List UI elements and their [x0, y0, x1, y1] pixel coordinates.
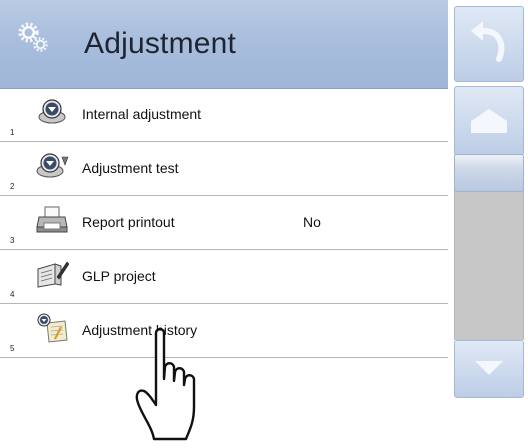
- page-title: Adjustment: [84, 27, 237, 60]
- menu-item-number: 3: [10, 236, 15, 245]
- menu-item-adjustment-test[interactable]: Adjustment test 2: [0, 142, 448, 196]
- menu-item-label: Internal adjustment: [82, 106, 202, 122]
- right-sidebar: [448, 0, 528, 448]
- menu-item-report-printout[interactable]: Report printout No 3: [0, 196, 448, 250]
- scroll-down-icon: [475, 361, 503, 375]
- adjustment-test-icon: [36, 153, 69, 178]
- settings-gears-icon: [18, 22, 48, 52]
- menu-item-label: Adjustment test: [82, 160, 179, 176]
- menu-item-label: GLP project: [82, 268, 156, 284]
- pointing-hand-icon: [135, 328, 196, 441]
- adjustment-weight-icon: [38, 99, 66, 124]
- scroll-down-button[interactable]: [454, 340, 524, 398]
- menu-panel: Adjustment Internal adjustment 1 Adjustm…: [0, 0, 448, 448]
- menu-item-glp-project[interactable]: GLP project 4: [0, 250, 448, 304]
- home-button[interactable]: [454, 86, 524, 156]
- menu-item-adjustment-history[interactable]: Adjustment history 5: [0, 304, 448, 358]
- adjustment-history-icon: [37, 313, 68, 343]
- printer-icon: [36, 206, 68, 233]
- menu-item-number: 2: [10, 182, 15, 191]
- menu-item-internal-adjustment[interactable]: Internal adjustment 1: [0, 88, 448, 142]
- glp-project-icon: [37, 261, 69, 288]
- home-icon: [471, 109, 507, 133]
- menu-item-number: 5: [10, 344, 15, 353]
- title-bar: Adjustment: [0, 0, 448, 89]
- menu-item-number: 1: [10, 128, 15, 137]
- menu-item-value: No: [303, 214, 321, 230]
- menu-item-label: Report printout: [82, 214, 175, 230]
- menu-item-number: 4: [10, 290, 15, 299]
- back-icon: [471, 21, 505, 62]
- scrollbar-thumb[interactable]: [454, 154, 524, 192]
- back-button[interactable]: [454, 6, 524, 82]
